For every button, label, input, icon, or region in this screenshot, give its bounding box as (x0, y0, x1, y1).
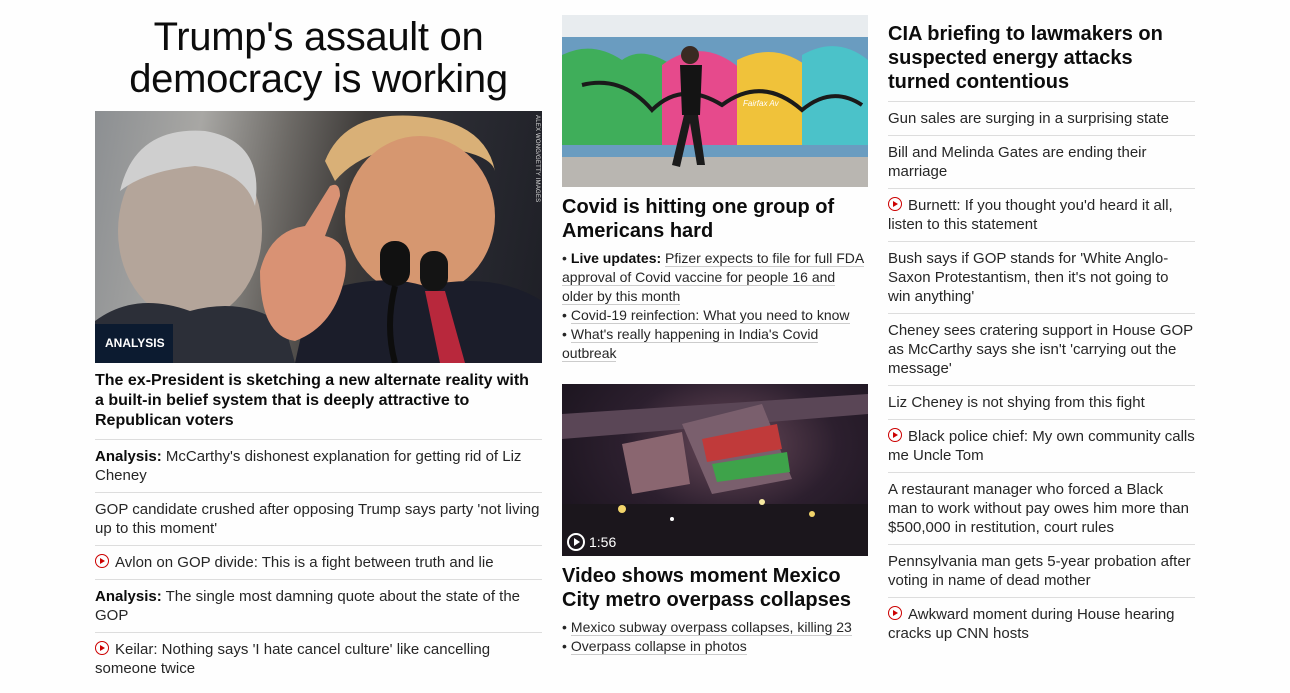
bullet-link: Mexico subway overpass collapses, killin… (570, 619, 852, 636)
list-item[interactable]: Gun sales are surging in a surprising st… (888, 102, 1195, 136)
video-play-icon (95, 554, 109, 568)
covid-headline[interactable]: Covid is hitting one group of Americans … (562, 187, 868, 243)
middle-column: Fairfax Av Covid is hitting one group of… (562, 0, 868, 655)
right-story-list: Gun sales are surging in a surprising st… (888, 102, 1195, 650)
hero-image[interactable]: ALEX WONG/GETTY IMAGES ANALYSIS (95, 111, 542, 363)
hero-headline[interactable]: Trump's assault on democracy is working (95, 0, 542, 111)
item-text: A restaurant manager who forced a Black … (888, 481, 1189, 536)
left-story-list: Analysis: McCarthy's dishonest explanati… (95, 440, 542, 685)
item-text: Pennsylvania man gets 5-year probation a… (888, 553, 1191, 589)
video-play-icon (95, 641, 109, 655)
item-text: Awkward moment during House hearing crac… (888, 606, 1175, 642)
item-text: Liz Cheney is not shying from this fight (888, 394, 1145, 411)
analysis-badge: ANALYSIS (95, 324, 173, 363)
bullet-link: Overpass collapse in photos (570, 638, 747, 655)
video-play-icon (888, 197, 902, 211)
list-item[interactable]: Pennsylvania man gets 5-year probation a… (888, 545, 1195, 598)
covid-bullets: • Live updates: Pfizer expects to file fo… (562, 243, 868, 363)
bullet-link: What's really happening in India's Covid… (562, 326, 819, 362)
video-play-icon (888, 428, 902, 442)
item-text: Keilar: Nothing says 'I hate cancel cult… (95, 641, 491, 677)
list-item[interactable]: Burnett: If you thought you'd heard it a… (888, 189, 1195, 242)
image-credit: ALEX WONG/GETTY IMAGES (534, 115, 540, 203)
list-item[interactable]: Cheney sees cratering support in House G… (888, 314, 1195, 386)
video-play-icon (567, 533, 585, 551)
list-item[interactable]: Analysis: McCarthy's dishonest explanati… (95, 440, 542, 493)
mural-caption: Fairfax Av (743, 99, 779, 108)
left-column: Trump's assault on democracy is working … (95, 0, 542, 685)
right-headline[interactable]: CIA briefing to lawmakers on suspected e… (888, 0, 1195, 102)
list-item[interactable]: Analysis: The single most damning quote … (95, 580, 542, 633)
mural-photo-illustration (562, 15, 868, 187)
live-updates-label: Live updates: (570, 250, 662, 266)
list-item[interactable]: Avlon on GOP divide: This is a fight bet… (95, 546, 542, 580)
mexico-headline[interactable]: Video shows moment Mexico City metro ove… (562, 556, 868, 612)
list-item[interactable]: Bush says if GOP stands for 'White Anglo… (888, 242, 1195, 314)
mexico-story: Video shows moment Mexico City metro ove… (562, 556, 868, 656)
item-text: Black police chief: My own community cal… (888, 428, 1195, 464)
item-text: Bush says if GOP stands for 'White Anglo… (888, 250, 1169, 305)
bullet-item[interactable]: • Live updates: Pfizer expects to file fo… (562, 249, 868, 306)
video-play-icon (888, 606, 902, 620)
list-item[interactable]: Liz Cheney is not shying from this fight (888, 386, 1195, 420)
bullet-item[interactable]: • Overpass collapse in photos (562, 637, 868, 656)
bullet-link: Covid-19 reinfection: What you need to k… (570, 307, 850, 324)
mexico-bullets: • Mexico subway overpass collapses, killi… (562, 612, 868, 656)
bullet-item[interactable]: • Covid-19 reinfection: What you need to … (562, 306, 868, 325)
overpass-photo-illustration (562, 394, 868, 556)
covid-story-image[interactable]: Fairfax Av (562, 15, 868, 187)
mexico-video-thumbnail[interactable]: 1:56 (562, 384, 868, 556)
hero-subheadline[interactable]: The ex-President is sketching a new alte… (95, 363, 542, 440)
list-item[interactable]: Keilar: Nothing says 'I hate cancel cult… (95, 633, 542, 685)
item-text: Cheney sees cratering support in House G… (888, 322, 1193, 377)
list-item[interactable]: GOP candidate crushed after opposing Tru… (95, 493, 542, 546)
item-text: Burnett: If you thought you'd heard it a… (888, 197, 1173, 233)
duration-text: 1:56 (589, 534, 617, 550)
list-item[interactable]: A restaurant manager who forced a Black … (888, 473, 1195, 545)
item-prefix: Analysis: (95, 448, 162, 465)
list-item[interactable]: Black police chief: My own community cal… (888, 420, 1195, 473)
item-text: Avlon on GOP divide: This is a fight bet… (115, 554, 494, 571)
item-prefix: Analysis: (95, 588, 162, 605)
bullet-item[interactable]: • Mexico subway overpass collapses, killi… (562, 618, 868, 637)
video-duration: 1:56 (567, 533, 616, 551)
item-text: Gun sales are surging in a surprising st… (888, 110, 1169, 127)
item-text: Bill and Melinda Gates are ending their … (888, 144, 1147, 180)
list-item[interactable]: Bill and Melinda Gates are ending their … (888, 136, 1195, 189)
right-column: CIA briefing to lawmakers on suspected e… (888, 0, 1195, 650)
list-item[interactable]: Awkward moment during House hearing crac… (888, 598, 1195, 650)
item-text: GOP candidate crushed after opposing Tru… (95, 501, 540, 537)
bullet-item[interactable]: • What's really happening in India's Covi… (562, 325, 868, 363)
